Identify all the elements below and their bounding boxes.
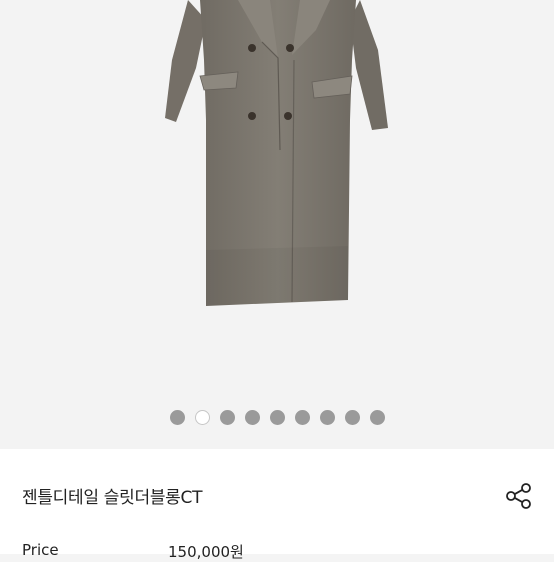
gallery-dot[interactable] <box>369 410 385 425</box>
share-button[interactable] <box>504 481 534 511</box>
gallery-dot-active[interactable] <box>194 410 210 425</box>
gallery-dot[interactable] <box>319 410 335 425</box>
price-value: 150,000원 <box>168 543 244 561</box>
gallery-dot[interactable] <box>219 410 235 425</box>
product-info: 젠틀디테일 슬릿더블롱CT Price 150,000원 <box>0 449 554 561</box>
gallery-dot[interactable] <box>269 410 285 425</box>
gallery-dot[interactable] <box>294 410 310 425</box>
gallery-dot[interactable] <box>244 410 260 425</box>
gallery-pagination <box>0 410 554 426</box>
gallery-dot[interactable] <box>169 410 185 425</box>
image-gallery[interactable] <box>0 0 554 449</box>
product-title: 젠틀디테일 슬릿더블롱CT <box>22 488 203 508</box>
price-label: Price <box>22 541 59 559</box>
product-image[interactable] <box>0 0 554 449</box>
gallery-dot[interactable] <box>344 410 360 425</box>
share-icon <box>506 483 531 509</box>
